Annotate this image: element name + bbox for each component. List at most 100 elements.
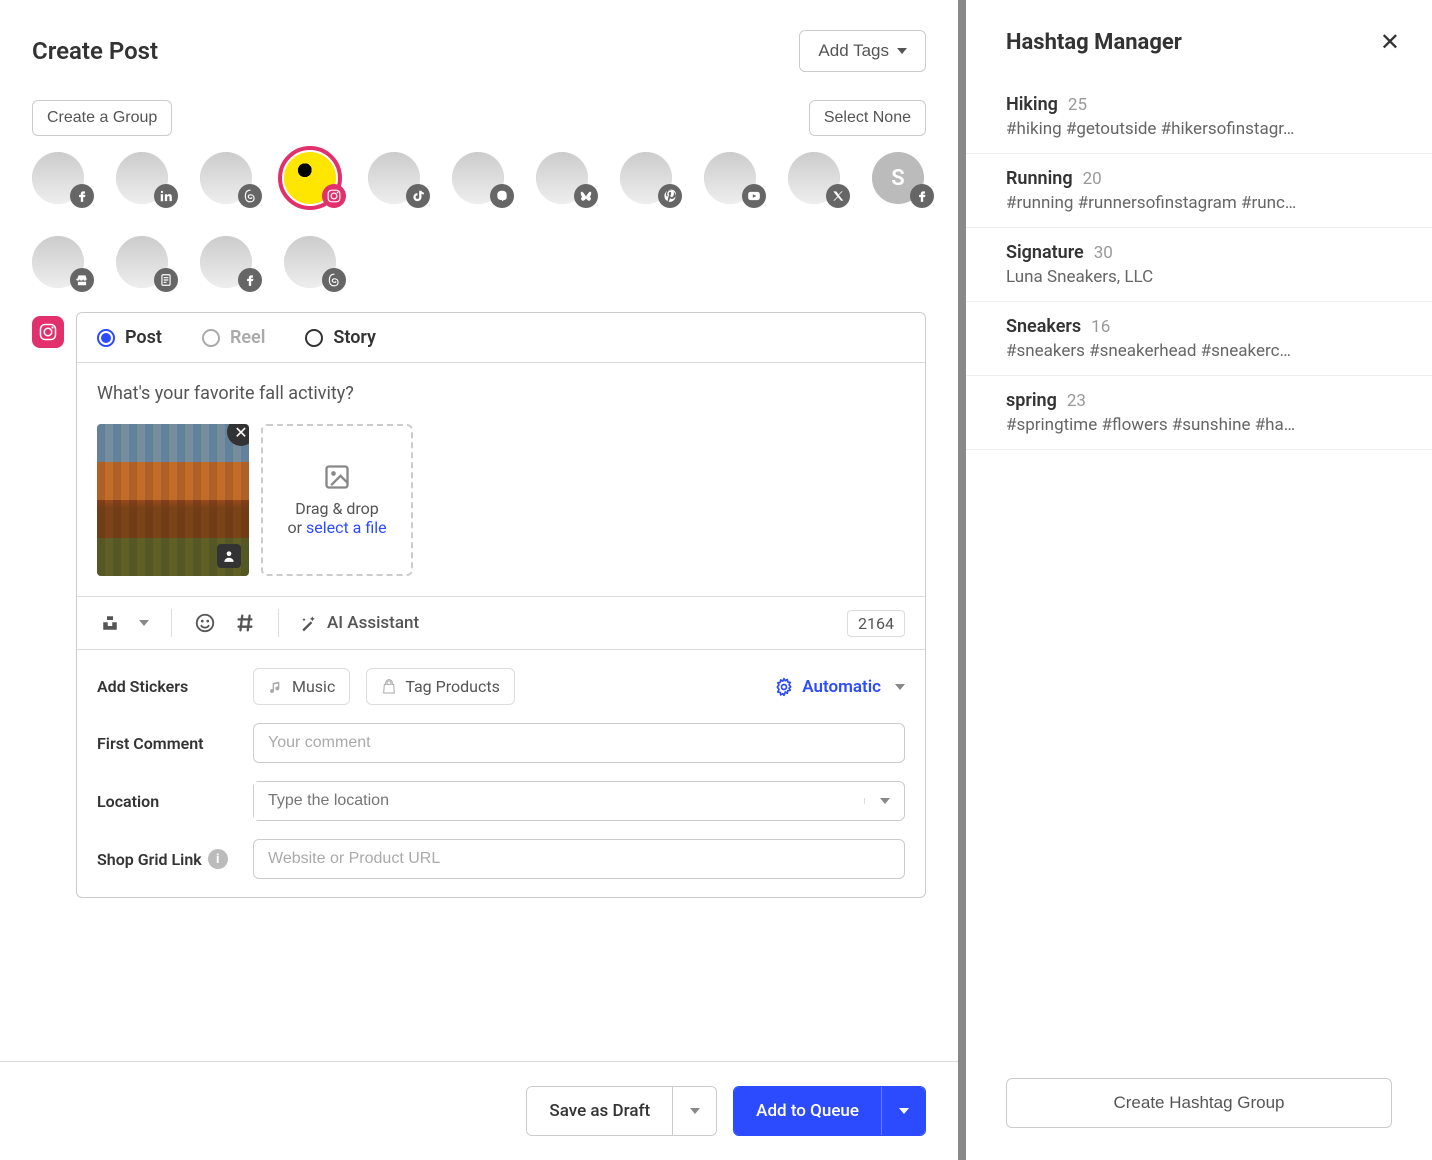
music-icon <box>268 679 284 695</box>
channel-x[interactable] <box>788 152 840 204</box>
ai-assistant-button[interactable]: AI Assistant <box>299 613 419 633</box>
facebook-icon <box>910 184 934 208</box>
hashtag-list: Hiking 25 #hiking #getoutside #hikersofins… <box>966 80 1432 1054</box>
first-comment-label: First Comment <box>97 734 237 753</box>
hashtag-group-count: 25 <box>1068 95 1087 115</box>
gear-icon <box>774 677 794 697</box>
add-to-queue-button[interactable]: Add to Queue <box>733 1086 926 1136</box>
select-none-button[interactable]: Select None <box>809 100 926 136</box>
channel-facebook[interactable] <box>200 236 252 288</box>
shop-grid-input[interactable] <box>253 839 905 879</box>
hashtag-group-name: Running <box>1006 168 1073 189</box>
shop-grid-label: Shop Grid Link i <box>97 849 237 869</box>
create-group-button[interactable]: Create a Group <box>32 100 172 136</box>
close-icon[interactable]: ✕ <box>1380 28 1400 56</box>
channel-bluesky[interactable] <box>536 152 588 204</box>
info-icon[interactable]: i <box>208 849 228 869</box>
mastodon-icon <box>490 184 514 208</box>
radio-icon <box>97 329 115 347</box>
hashtag-group-item[interactable]: Signature 30 Luna Sneakers, LLC <box>966 228 1432 302</box>
sidebar-title: Hashtag Manager <box>1006 30 1182 55</box>
instagram-icon <box>322 184 346 208</box>
add-to-queue-dropdown[interactable] <box>881 1087 925 1135</box>
media-dropdown[interactable] <box>137 610 151 636</box>
chevron-down-icon <box>895 684 905 690</box>
hashtag-group-count: 16 <box>1091 317 1110 337</box>
radio-icon <box>305 329 323 347</box>
pinterest-icon <box>658 184 682 208</box>
post-type-reel[interactable]: Reel <box>202 327 265 348</box>
channel-startpage[interactable] <box>116 236 168 288</box>
hashtag-group-tags: #sneakers #sneakerhead #sneakerc… <box>1006 341 1400 361</box>
first-comment-input[interactable] <box>253 723 905 763</box>
hashtag-group-tags: #springtime #flowers #sunshine #ha… <box>1006 415 1400 435</box>
save-draft-dropdown[interactable] <box>672 1087 716 1135</box>
music-button[interactable]: Music <box>253 668 350 705</box>
channel-linkedin[interactable] <box>116 152 168 204</box>
youtube-icon <box>742 184 766 208</box>
hashtag-group-tags: #running #runnersofinstagram #runc… <box>1006 193 1400 213</box>
channel-facebook[interactable]: S <box>872 152 924 204</box>
add-tags-label: Add Tags <box>818 41 889 61</box>
threads-icon <box>238 184 262 208</box>
channel-mastodon[interactable] <box>452 152 504 204</box>
radio-icon <box>202 329 220 347</box>
linkedin-icon <box>154 184 178 208</box>
divider <box>171 609 172 637</box>
media-thumbnail[interactable]: ✕ <box>97 424 249 576</box>
location-select[interactable] <box>253 781 905 821</box>
channel-pinterest[interactable] <box>620 152 672 204</box>
hashtag-group-item[interactable]: Running 20 #running #runnersofinstagram #r… <box>966 154 1432 228</box>
tiktok-icon <box>406 184 430 208</box>
hashtag-group-item[interactable]: Hiking 25 #hiking #getoutside #hikersofins… <box>966 80 1432 154</box>
facebook-icon <box>70 184 94 208</box>
hashtag-group-name: Signature <box>1006 242 1084 263</box>
hashtag-group-count: 23 <box>1067 391 1086 411</box>
unsplash-icon[interactable] <box>97 610 123 636</box>
channel-threads[interactable] <box>284 236 336 288</box>
channel-facebook[interactable] <box>32 152 84 204</box>
facebook-icon <box>238 268 262 292</box>
location-label: Location <box>97 792 237 811</box>
threads-icon <box>322 268 346 292</box>
location-input[interactable] <box>254 782 864 820</box>
hashtag-group-tags: #hiking #getoutside #hikersofinstagr… <box>1006 119 1400 139</box>
post-type-post[interactable]: Post <box>97 327 162 348</box>
bluesky-icon <box>574 184 598 208</box>
hashtag-icon[interactable] <box>232 610 258 636</box>
tag-products-button[interactable]: Tag Products <box>366 668 515 705</box>
hashtag-group-name: Hiking <box>1006 94 1058 115</box>
remove-media-button[interactable]: ✕ <box>227 424 249 446</box>
googlebusiness-icon <box>70 268 94 292</box>
select-file-link[interactable]: select a file <box>306 518 387 537</box>
hashtag-group-count: 20 <box>1083 169 1102 189</box>
channel-instagram[interactable] <box>284 152 336 204</box>
create-hashtag-group-button[interactable]: Create Hashtag Group <box>1006 1078 1392 1128</box>
channel-googlebusiness[interactable] <box>32 236 84 288</box>
emoji-icon[interactable] <box>192 610 218 636</box>
bag-icon <box>381 679 397 695</box>
image-icon <box>323 463 351 491</box>
channel-tiktok[interactable] <box>368 152 420 204</box>
x-icon <box>826 184 850 208</box>
hashtag-group-count: 30 <box>1094 243 1113 263</box>
add-tags-button[interactable]: Add Tags <box>799 30 926 72</box>
tag-person-icon[interactable] <box>217 544 241 568</box>
page-title: Create Post <box>32 37 158 65</box>
hashtag-group-name: spring <box>1006 390 1057 411</box>
automatic-button[interactable]: Automatic <box>774 677 905 697</box>
footer-bar: Save as Draft Add to Queue <box>0 1061 958 1160</box>
chevron-down-icon[interactable] <box>864 798 904 804</box>
hashtag-group-item[interactable]: spring 23 #springtime #flowers #sunshine #… <box>966 376 1432 450</box>
channel-threads[interactable] <box>200 152 252 204</box>
upload-dropzone[interactable]: Drag & dropor select a file <box>261 424 413 576</box>
save-draft-button[interactable]: Save as Draft <box>526 1086 717 1136</box>
post-type-story[interactable]: Story <box>305 327 376 348</box>
hashtag-group-item[interactable]: Sneakers16#sneakers #sneakerhead #sneake… <box>966 302 1432 376</box>
char-count: 2164 <box>847 610 905 637</box>
channel-youtube[interactable] <box>704 152 756 204</box>
hashtag-group-tags: Luna Sneakers, LLC <box>1006 267 1400 287</box>
post-text[interactable]: What's your favorite fall activity? <box>77 363 925 424</box>
hashtag-manager-panel: Hashtag Manager ✕ Hiking 25 #hiking #getou… <box>958 0 1432 1160</box>
instagram-icon <box>32 316 64 348</box>
